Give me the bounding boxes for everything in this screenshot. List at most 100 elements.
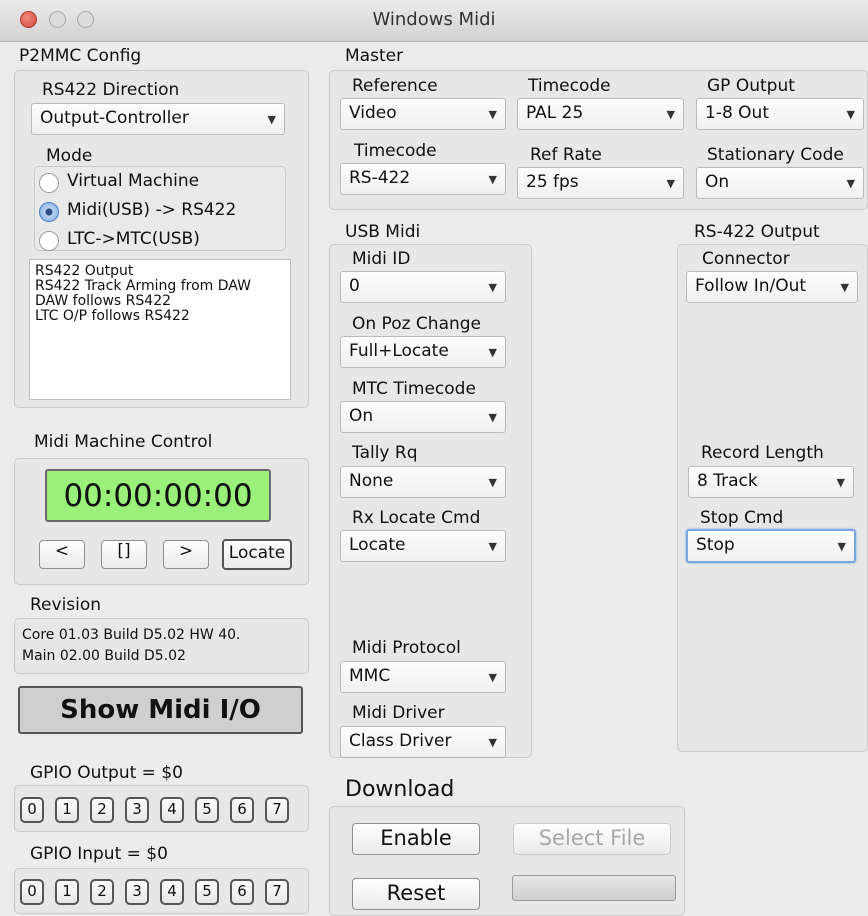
tally-rq-value: None [349,471,394,491]
rs422-output-group [677,244,868,752]
gpio-out-bit-5[interactable]: 5 [195,797,219,823]
tally-rq-label: Tally Rq [352,443,418,463]
reference-select[interactable]: Video ▼ [340,98,506,130]
select-file-button[interactable]: Select File [513,823,671,855]
midi-driver-select[interactable]: Class Driver ▼ [340,726,506,758]
radio-virtual-machine-icon[interactable] [39,173,59,193]
timecode-source-label: Timecode [354,141,437,161]
gpio-in-bit-4[interactable]: 4 [160,879,184,905]
locate-button[interactable]: Locate [222,539,292,570]
record-length-value: 8 Track [697,471,758,491]
tally-rq-select[interactable]: None ▼ [340,466,506,498]
gpio-in-bit-3[interactable]: 3 [125,879,149,905]
ref-rate-select[interactable]: 25 fps ▼ [517,167,684,199]
timecode-select[interactable]: PAL 25 ▼ [517,98,684,130]
chevron-down-icon: ▼ [488,476,497,489]
gpio-out-bit-7[interactable]: 7 [265,797,289,823]
chevron-down-icon: ▼ [488,540,497,553]
chevron-down-icon: ▼ [846,177,855,190]
gpio-output-label: GPIO Output = $0 [30,763,183,783]
gpio-in-bit-0[interactable]: 0 [20,879,44,905]
stationary-code-value: On [705,172,730,192]
rs422-direction-value: Output-Controller [40,108,189,128]
gpio-out-bit-6[interactable]: 6 [230,797,254,823]
radio-ltc-mtc-icon[interactable] [39,231,59,251]
gpio-in-bit-1[interactable]: 1 [55,879,79,905]
reference-value: Video [349,103,397,123]
show-midi-io-button[interactable]: Show Midi I/O [18,686,303,734]
gpio-out-bit-3[interactable]: 3 [125,797,149,823]
chevron-down-icon: ▼ [837,540,846,553]
connector-select[interactable]: Follow In/Out ▼ [686,271,858,303]
chevron-down-icon: ▼ [488,736,497,749]
mtc-timecode-select[interactable]: On ▼ [340,401,506,433]
radio-midi-usb-icon[interactable] [39,202,59,222]
chevron-down-icon: ▼ [488,346,497,359]
rx-locate-cmd-label: Rx Locate Cmd [352,508,481,528]
connector-label: Connector [702,249,790,269]
midi-id-value: 0 [349,276,360,296]
rs422-output-title: RS-422 Output [694,222,820,242]
on-poz-change-select[interactable]: Full+Locate ▼ [340,336,506,368]
mtc-timecode-label: MTC Timecode [352,379,476,399]
info-line: DAW follows RS422 [35,293,172,309]
usb-midi-title: USB Midi [345,222,421,242]
gpio-in-bit-5[interactable]: 5 [195,879,219,905]
stationary-code-select[interactable]: On ▼ [696,167,864,199]
stop-cmd-select[interactable]: Stop ▼ [686,529,856,563]
chevron-down-icon: ▼ [666,177,675,190]
gpio-in-bit-6[interactable]: 6 [230,879,254,905]
rs422-direction-select[interactable]: Output-Controller ▼ [31,103,285,135]
p2mmc-config-title: P2MMC Config [19,46,142,66]
mode-virtual-machine[interactable]: Virtual Machine [67,171,199,191]
gpio-out-bit-0[interactable]: 0 [20,797,44,823]
chevron-down-icon: ▼ [267,113,276,126]
window-title: Windows Midi [372,9,496,30]
forward-button[interactable]: > [163,540,209,569]
on-poz-change-value: Full+Locate [349,341,449,361]
timecode-display: 00:00:00:00 [45,469,271,522]
mode-midi-usb-rs422[interactable]: Midi(USB) -> RS422 [67,200,236,220]
timecode-source-select[interactable]: RS-422 ▼ [340,163,506,195]
midi-protocol-select[interactable]: MMC ▼ [340,661,506,693]
master-title: Master [345,46,404,66]
gp-output-select[interactable]: 1-8 Out ▼ [696,98,864,130]
midi-driver-value: Class Driver [349,731,452,751]
chevron-down-icon: ▼ [488,173,497,186]
reference-label: Reference [352,76,438,96]
midi-id-select[interactable]: 0 ▼ [340,271,506,303]
download-title: Download [345,777,455,802]
timecode-source-value: RS-422 [349,168,411,188]
chevron-down-icon: ▼ [488,411,497,424]
chevron-down-icon: ▼ [840,281,849,294]
revision-main: Main 02.00 Build D5.02 [22,648,186,664]
record-length-label: Record Length [701,443,824,463]
rx-locate-cmd-select[interactable]: Locate ▼ [340,530,506,562]
stop-cmd-label: Stop Cmd [700,508,784,528]
gpio-in-bit-2[interactable]: 2 [90,879,114,905]
revision-title: Revision [30,595,102,615]
reset-button[interactable]: Reset [352,878,480,910]
enable-button[interactable]: Enable [352,823,480,855]
mmc-title: Midi Machine Control [34,432,213,452]
rx-locate-cmd-value: Locate [349,535,406,555]
stop-button[interactable]: [] [101,540,147,569]
mode-info-textbox: RS422 Output RS422 Track Arming from DAW… [29,259,291,400]
mode-ltc-mtc-usb[interactable]: LTC->MTC(USB) [67,229,200,249]
chevron-down-icon: ▼ [836,476,845,489]
record-length-select[interactable]: 8 Track ▼ [688,466,854,498]
info-line: RS422 Output [35,263,134,279]
revision-core: Core 01.03 Build D5.02 HW 40. [22,627,241,643]
gpio-out-bit-4[interactable]: 4 [160,797,184,823]
mtc-timecode-value: On [349,406,374,426]
info-line: RS422 Track Arming from DAW [35,278,251,294]
gpio-out-bit-1[interactable]: 1 [55,797,79,823]
gpio-input-label: GPIO Input = $0 [30,844,168,864]
gpio-out-bit-2[interactable]: 2 [90,797,114,823]
gpio-in-bit-7[interactable]: 7 [265,879,289,905]
stop-cmd-value: Stop [696,535,735,555]
ref-rate-label: Ref Rate [530,145,602,165]
midi-protocol-value: MMC [349,666,391,686]
on-poz-change-label: On Poz Change [352,314,482,334]
rewind-button[interactable]: < [39,540,85,569]
